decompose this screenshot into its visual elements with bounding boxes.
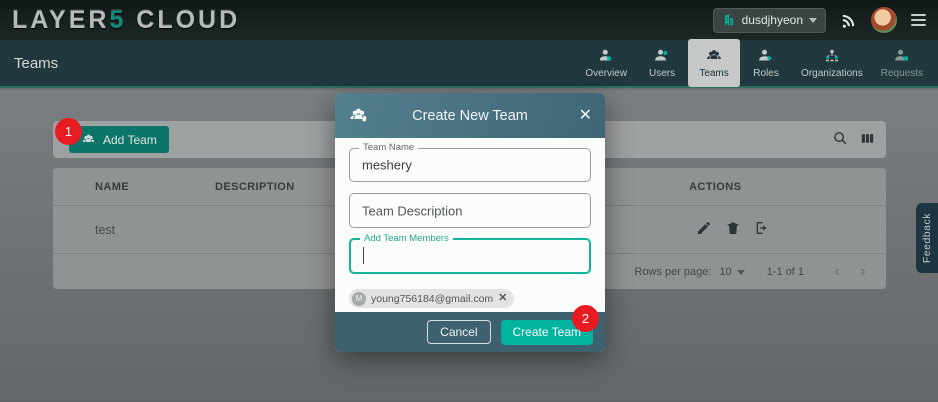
column-header-name: NAME bbox=[95, 181, 129, 193]
user-avatar[interactable] bbox=[871, 7, 897, 33]
modal-body: Team Name meshery Team Description Add T… bbox=[335, 138, 605, 312]
tab-label: Requests bbox=[881, 68, 923, 79]
tab-organizations[interactable]: Organizations bbox=[792, 39, 872, 87]
delete-icon[interactable] bbox=[725, 220, 741, 236]
team-description-placeholder: Team Description bbox=[362, 203, 462, 218]
tab-label: Teams bbox=[699, 68, 728, 79]
nav-tabs: Overview Users Teams Roles Organizations… bbox=[576, 39, 932, 87]
cancel-button[interactable]: Cancel bbox=[427, 320, 490, 344]
logo-accent: 5 bbox=[109, 6, 126, 34]
previous-page-button[interactable]: ‹ bbox=[828, 263, 846, 281]
create-team-modal: Create New Team ✕ Team Name meshery Team… bbox=[335, 93, 605, 352]
tab-label: Roles bbox=[753, 68, 779, 79]
member-avatar: M bbox=[352, 292, 366, 306]
layer5-cloud-logo: LAYER5 CLOUD bbox=[12, 6, 240, 35]
tab-overview[interactable]: Overview bbox=[576, 39, 636, 87]
leave-team-icon[interactable] bbox=[754, 220, 770, 236]
team-name-cell: test bbox=[95, 223, 115, 237]
logo-text-2: CLOUD bbox=[126, 6, 240, 34]
team-name-field[interactable]: Team Name meshery bbox=[349, 148, 591, 182]
org-switcher-value: dusdjhyeon bbox=[742, 13, 803, 27]
column-header-actions: ACTIONS bbox=[689, 181, 741, 193]
tab-teams[interactable]: Teams bbox=[688, 39, 740, 87]
tab-label: Overview bbox=[585, 68, 627, 79]
broadcast-icon[interactable] bbox=[840, 12, 857, 29]
person-check-icon bbox=[893, 47, 911, 65]
app-window: LAYER5 CLOUD dusdjhyeon Teams Overview bbox=[0, 0, 938, 402]
modal-header: Create New Team ✕ bbox=[335, 93, 605, 138]
team-name-value: meshery bbox=[362, 158, 412, 173]
rows-per-page-select[interactable]: 10 bbox=[719, 266, 744, 278]
add-team-members-label: Add Team Members bbox=[360, 233, 453, 244]
tab-requests[interactable]: Requests bbox=[872, 39, 932, 87]
text-cursor bbox=[363, 247, 364, 264]
top-header: LAYER5 CLOUD dusdjhyeon bbox=[0, 0, 938, 40]
tab-roles[interactable]: Roles bbox=[740, 39, 792, 87]
feedback-label: Feedback bbox=[921, 213, 933, 263]
building-icon bbox=[722, 13, 736, 27]
secondary-navbar: Teams Overview Users Teams Roles Organiz… bbox=[0, 40, 938, 88]
person-key-icon bbox=[757, 47, 775, 65]
add-team-button[interactable]: Add Team bbox=[69, 126, 169, 153]
member-chip[interactable]: M young756184@gmail.com ✕ bbox=[349, 289, 514, 308]
org-chart-icon bbox=[823, 47, 841, 65]
add-team-members-field[interactable]: Add Team Members bbox=[349, 238, 591, 274]
modal-title: Create New Team bbox=[335, 108, 605, 124]
view-columns-icon[interactable] bbox=[859, 130, 876, 147]
menu-icon[interactable] bbox=[911, 14, 926, 26]
search-icon[interactable] bbox=[832, 130, 849, 147]
rows-per-page-label: Rows per page: bbox=[634, 266, 711, 278]
caret-down-icon bbox=[737, 270, 745, 275]
table-pagination: Rows per page: 10 1-1 of 1 ‹ › bbox=[634, 255, 872, 289]
group-icon bbox=[81, 132, 96, 147]
team-description-field[interactable]: Team Description bbox=[349, 193, 591, 228]
page-title: Teams bbox=[14, 55, 58, 72]
person-icon bbox=[653, 47, 671, 65]
tab-label: Organizations bbox=[801, 68, 863, 79]
tab-label: Users bbox=[649, 68, 675, 79]
team-name-label: Team Name bbox=[359, 142, 418, 153]
tab-users[interactable]: Users bbox=[636, 39, 688, 87]
feedback-tab[interactable]: Feedback bbox=[916, 203, 938, 273]
edit-icon[interactable] bbox=[696, 220, 712, 236]
next-page-button[interactable]: › bbox=[854, 263, 872, 281]
pagination-range: 1-1 of 1 bbox=[767, 266, 804, 278]
caret-down-icon bbox=[809, 18, 817, 23]
close-icon[interactable]: ✕ bbox=[579, 108, 592, 124]
modal-footer: Cancel Create Team bbox=[335, 312, 605, 352]
logo-text: LAYER bbox=[12, 6, 109, 34]
annotation-badge-1: 1 bbox=[55, 118, 82, 145]
column-header-description: DESCRIPTION bbox=[215, 181, 295, 193]
group-icon bbox=[705, 47, 723, 65]
org-switcher-dropdown[interactable]: dusdjhyeon bbox=[713, 8, 826, 33]
add-team-label: Add Team bbox=[103, 133, 157, 147]
annotation-badge-2: 2 bbox=[572, 305, 599, 332]
remove-member-icon[interactable]: ✕ bbox=[498, 293, 507, 304]
member-email: young756184@gmail.com bbox=[371, 293, 493, 305]
person-icon bbox=[597, 47, 615, 65]
rows-per-page-value: 10 bbox=[719, 266, 731, 278]
